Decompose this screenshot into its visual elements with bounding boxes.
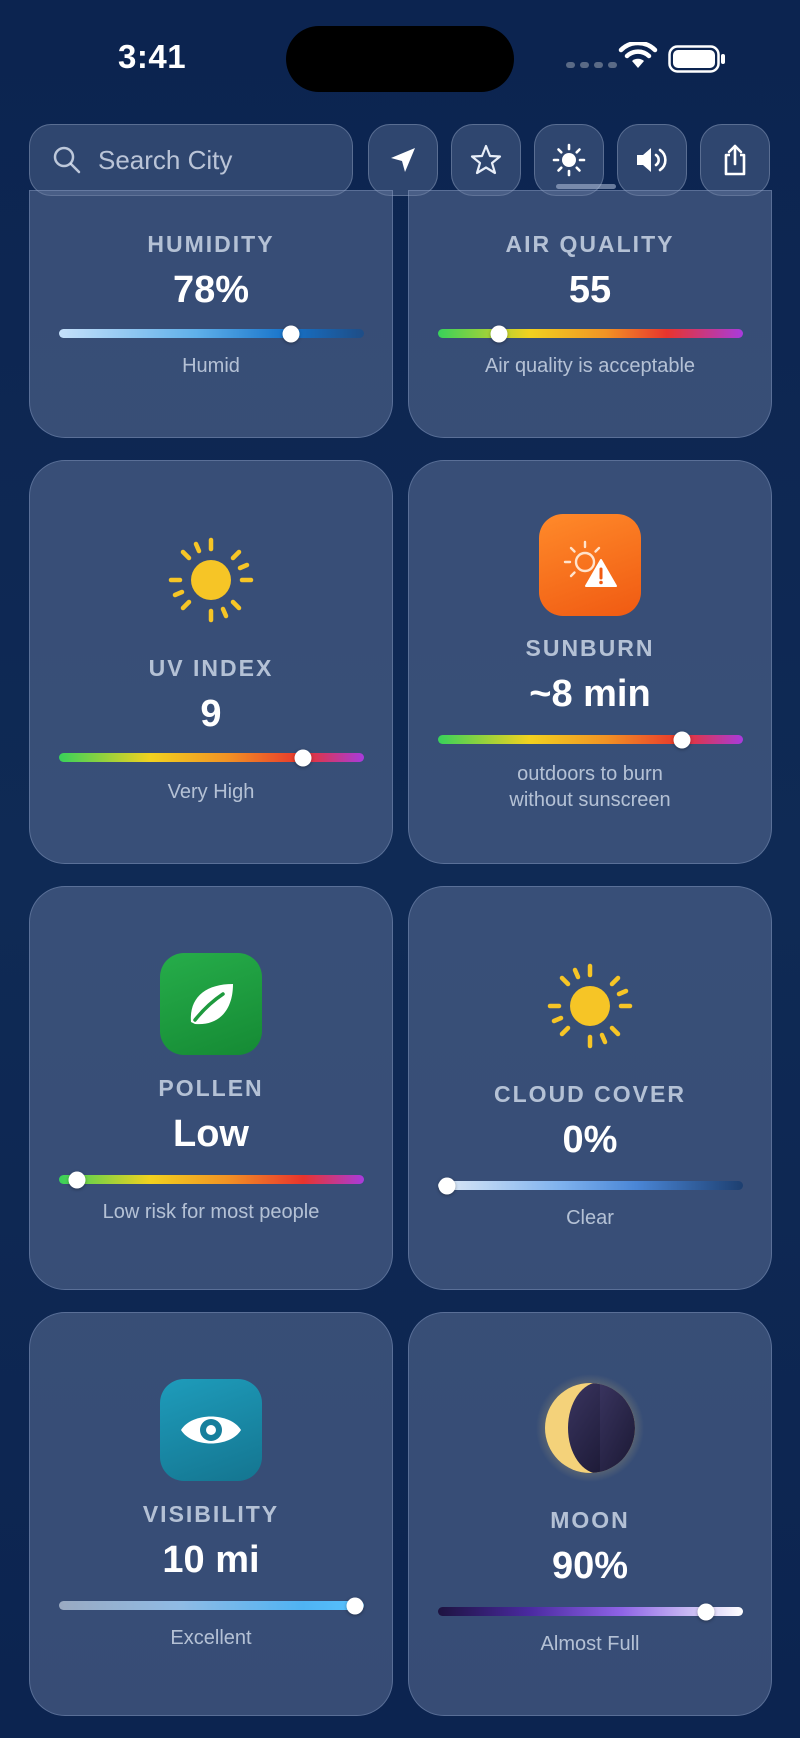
sunburn-title: SUNBURN <box>525 635 655 661</box>
sunburn-value: ~8 min <box>529 673 651 715</box>
favorite-button[interactable] <box>451 124 521 196</box>
share-button[interactable] <box>700 124 770 196</box>
pollen-marker <box>68 1171 86 1188</box>
humidity-value: 78% <box>172 269 250 311</box>
cloud-cover-title: CLOUD COVER <box>494 1081 686 1107</box>
air-quality-card[interactable]: AIR QUALITY 55 Air quality is acceptable <box>408 190 772 438</box>
air-quality-value: 55 <box>568 269 612 311</box>
sunburn-subtitle-line1: outdoors to burn <box>517 763 663 785</box>
visibility-subtitle: Excellent <box>170 1627 252 1649</box>
sound-button[interactable] <box>617 124 687 196</box>
cellular-signal-icon <box>566 62 617 68</box>
brightness-indicator <box>556 184 616 189</box>
visibility-title: VISIBILITY <box>142 1501 280 1527</box>
search-icon <box>53 146 81 174</box>
uv-index-value: 9 <box>200 693 222 735</box>
visibility-card[interactable]: VISIBILITY 10 mi Excellent <box>29 1312 393 1716</box>
battery-icon <box>668 45 725 73</box>
cloud-cover-card[interactable]: CLOUD COVER 0% Clear <box>408 886 772 1290</box>
humidity-card[interactable]: HUMIDITY 78% Humid <box>29 190 393 438</box>
pollen-value: Low <box>173 1113 249 1155</box>
air-quality-title: AIR QUALITY <box>505 231 675 257</box>
search-placeholder: Search City <box>98 144 233 175</box>
pollen-card[interactable]: POLLEN Low Low risk for most people <box>29 886 393 1290</box>
visibility-marker <box>346 1597 364 1614</box>
pollen-subtitle: Low risk for most people <box>102 1201 320 1223</box>
humidity-marker <box>282 325 300 342</box>
humidity-title: HUMIDITY <box>147 231 275 257</box>
sunburn-marker <box>673 731 691 748</box>
uv-index-bar <box>59 749 364 766</box>
visibility-bar <box>59 1597 364 1614</box>
cloud-cover-value: 0% <box>562 1119 618 1161</box>
moon-marker <box>697 1603 715 1620</box>
moon-subtitle: Almost Full <box>540 1633 640 1655</box>
sun-icon <box>168 537 254 623</box>
dynamic-island <box>286 26 514 92</box>
cloud-cover-bar <box>438 1177 743 1194</box>
uv-index-marker <box>294 749 312 766</box>
pollen-app-icon <box>160 953 262 1055</box>
sun-warning-icon <box>563 540 617 587</box>
status-bar: 3:41 <box>0 0 800 110</box>
air-quality-marker <box>490 325 508 342</box>
visibility-value: 10 mi <box>162 1539 260 1581</box>
visibility-app-icon <box>160 1379 262 1481</box>
uv-index-card[interactable]: UV INDEX 9 Very High <box>29 460 393 864</box>
location-button[interactable] <box>368 124 438 196</box>
status-time: 3:41 <box>118 38 187 75</box>
wifi-icon <box>618 42 658 68</box>
leaf-icon <box>190 984 233 1025</box>
sun-icon <box>547 963 633 1049</box>
star-icon <box>470 144 502 175</box>
moon-value: 90% <box>551 1545 629 1587</box>
pollen-bar <box>59 1171 364 1188</box>
moon-card[interactable]: MOON 90% Almost Full <box>408 1312 772 1716</box>
sunburn-bar <box>438 731 743 748</box>
pollen-title: POLLEN <box>158 1075 264 1101</box>
uv-index-subtitle: Very High <box>167 781 255 803</box>
share-icon <box>724 144 746 176</box>
humidity-subtitle: Humid <box>182 355 240 377</box>
brightness-icon <box>552 143 586 177</box>
speaker-icon <box>637 148 667 172</box>
uv-index-title: UV INDEX <box>148 655 274 681</box>
moon-phase-icon <box>536 1374 644 1482</box>
moon-bar <box>438 1603 743 1620</box>
cloud-cover-subtitle: Clear <box>566 1207 614 1229</box>
moon-title: MOON <box>550 1507 630 1533</box>
humidity-bar <box>59 325 364 342</box>
search-field[interactable]: Search City <box>29 124 353 196</box>
air-quality-bar <box>438 325 743 342</box>
sunburn-card[interactable]: SUNBURN ~8 min outdoors to burn without … <box>408 460 772 864</box>
cloud-cover-marker <box>438 1177 456 1194</box>
air-quality-subtitle: Air quality is acceptable <box>484 355 696 377</box>
location-arrow-icon <box>391 148 415 172</box>
sunburn-app-icon <box>539 514 641 616</box>
eye-icon <box>181 1416 241 1444</box>
sunburn-subtitle-line2: without sunscreen <box>509 789 671 811</box>
